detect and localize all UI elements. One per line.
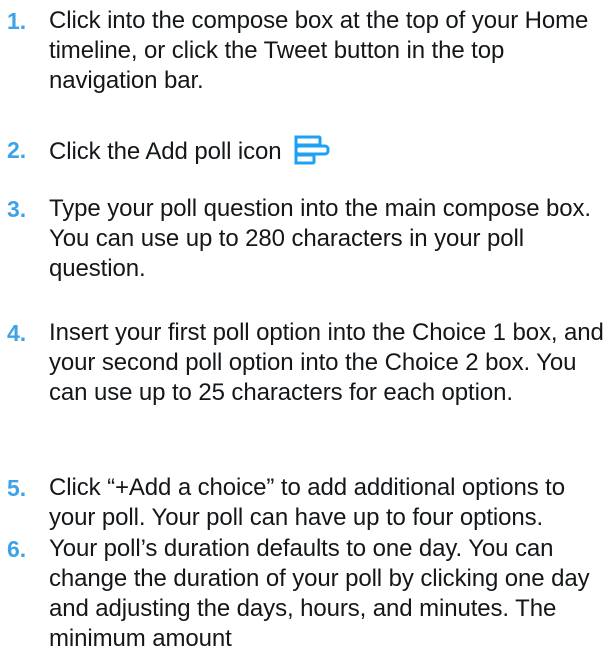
step-1: 1. Click into the compose box at the top… (0, 6, 616, 96)
step-number: 4. (7, 320, 26, 346)
step-3: 3. Type your poll question into the main… (0, 194, 616, 284)
step-text: Click “+Add a choice” to add additional … (49, 474, 565, 531)
step-number: 5. (7, 475, 26, 501)
step-number: 3. (7, 196, 26, 222)
step-text: Click into the compose box at the top of… (49, 7, 589, 94)
step-number: 6. (7, 536, 26, 562)
step-text: Type your poll question into the main co… (49, 195, 591, 282)
step-text: Your poll’s duration defaults to one day… (49, 535, 590, 652)
step-text: Click the Add poll icon (49, 138, 282, 165)
step-5: 5. Click “+Add a choice” to add addition… (0, 473, 616, 533)
step-number: 2. (7, 137, 26, 163)
step-2: 2. Click the Add poll icon (0, 135, 616, 167)
step-text: Insert your first poll option into the C… (49, 319, 604, 406)
step-6: 6. Your poll’s duration defaults to one … (0, 534, 616, 654)
step-4: 4. Insert your first poll option into th… (0, 318, 616, 408)
step-number: 1. (7, 8, 26, 34)
add-poll-icon (294, 135, 330, 165)
